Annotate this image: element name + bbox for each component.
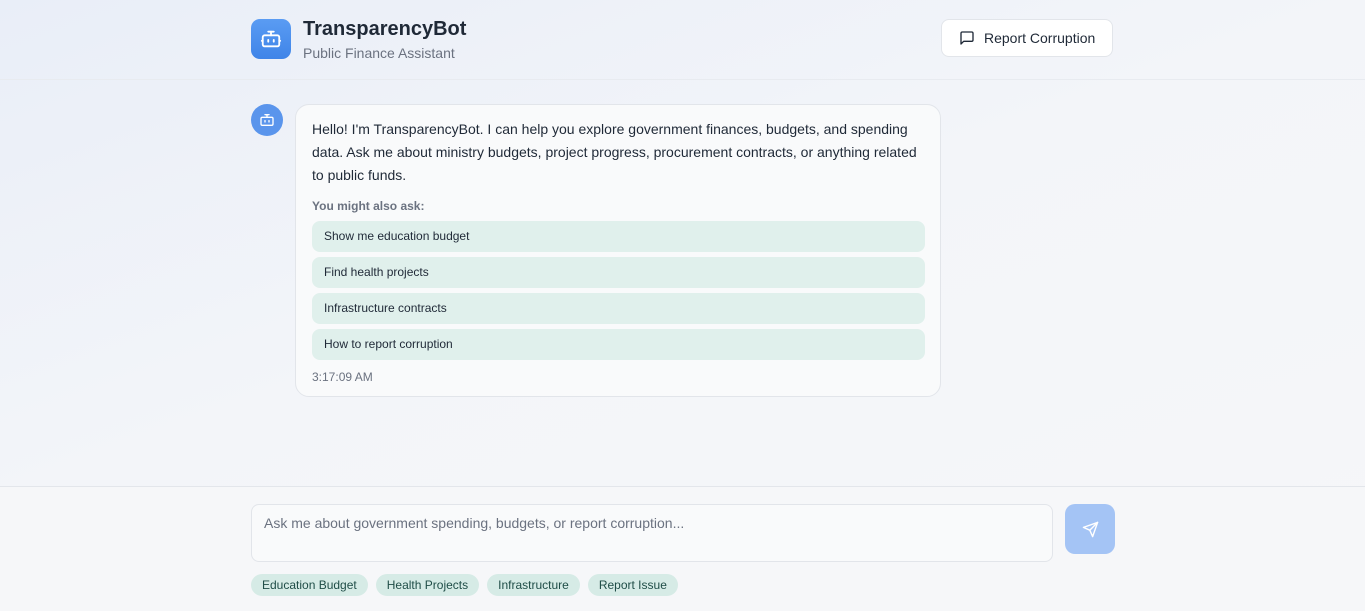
bot-avatar — [251, 104, 283, 136]
report-corruption-label: Report Corruption — [984, 30, 1096, 46]
send-icon — [1082, 521, 1099, 538]
quick-actions: Education Budget Health Projects Infrast… — [251, 574, 678, 596]
report-corruption-button[interactable]: Report Corruption — [941, 19, 1113, 57]
suggestion-education-budget[interactable]: Show me education budget — [312, 221, 925, 252]
robot-icon — [251, 19, 291, 59]
suggestion-report-corruption[interactable]: How to report corruption — [312, 329, 925, 360]
robot-icon — [259, 112, 275, 128]
quick-action-education-budget[interactable]: Education Budget — [251, 574, 368, 596]
app-subtitle: Public Finance Assistant — [303, 45, 455, 61]
chat-input[interactable] — [251, 504, 1053, 562]
send-button[interactable] — [1065, 504, 1115, 554]
message-timestamp: 3:17:09 AM — [312, 370, 373, 384]
suggestion-infrastructure-contracts[interactable]: Infrastructure contracts — [312, 293, 925, 324]
message-composer: Education Budget Health Projects Infrast… — [0, 486, 1365, 611]
message-square-icon — [959, 30, 975, 46]
suggestion-health-projects[interactable]: Find health projects — [312, 257, 925, 288]
app-header: TransparencyBot Public Finance Assistant… — [0, 0, 1365, 80]
bot-message-text: Hello! I'm TransparencyBot. I can help y… — [312, 121, 917, 183]
quick-action-infrastructure[interactable]: Infrastructure — [487, 574, 580, 596]
suggestions-heading: You might also ask: — [312, 199, 425, 213]
app-title: TransparencyBot — [303, 18, 467, 40]
bot-message-bubble: Hello! I'm TransparencyBot. I can help y… — [295, 104, 941, 397]
quick-action-report-issue[interactable]: Report Issue — [587, 574, 678, 596]
quick-action-health-projects[interactable]: Health Projects — [375, 574, 480, 596]
